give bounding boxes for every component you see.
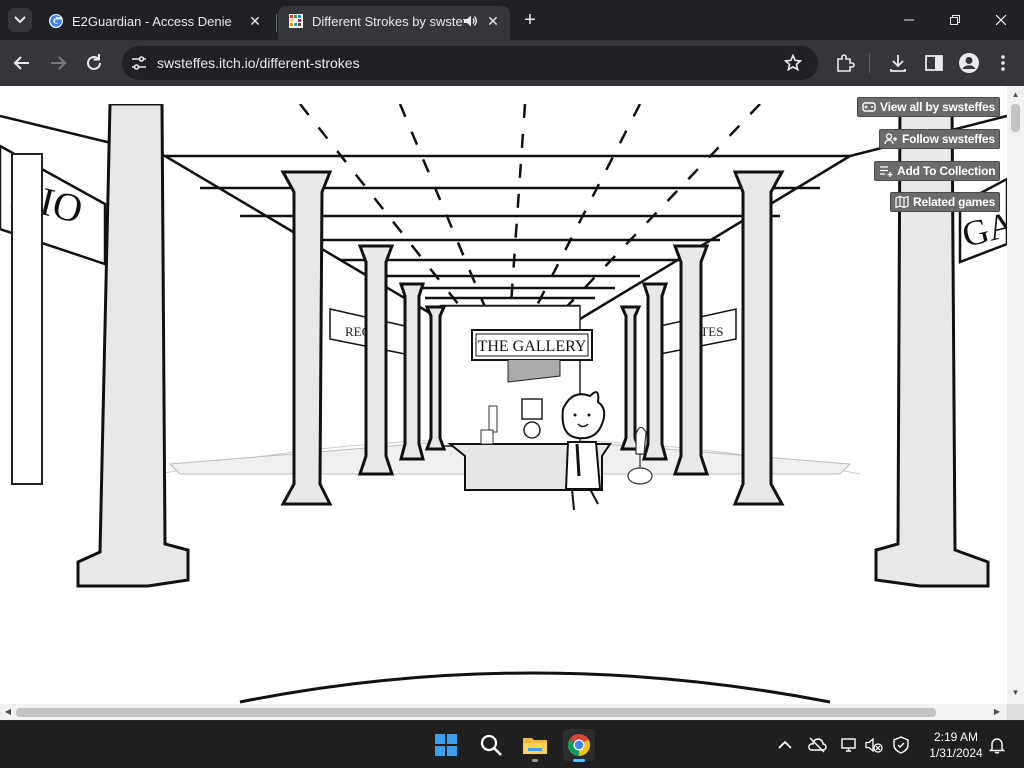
notification-bell-icon[interactable] bbox=[987, 735, 1007, 755]
onedrive-icon[interactable] bbox=[807, 735, 827, 755]
windows-start-icon bbox=[435, 734, 457, 756]
related-games-label: Related games bbox=[913, 195, 996, 209]
start-button[interactable] bbox=[430, 729, 462, 761]
web-page: THE GALLERY RECE ITES DIO GA View all by… bbox=[0, 86, 1024, 720]
vertical-scroll-thumb[interactable] bbox=[1011, 104, 1020, 132]
reload-icon[interactable] bbox=[82, 51, 106, 75]
scroll-up-arrow-icon[interactable]: ▲ bbox=[1011, 90, 1020, 100]
back-arrow-icon[interactable] bbox=[10, 51, 34, 75]
horizontal-scrollbar[interactable]: ◀ ▶ bbox=[0, 704, 1007, 720]
extensions-icon[interactable] bbox=[834, 52, 856, 74]
restore-icon bbox=[950, 15, 960, 25]
volume-muted-icon[interactable] bbox=[864, 735, 884, 755]
google-g-icon bbox=[49, 14, 63, 28]
url-text: swsteffes.itch.io/different-strokes bbox=[157, 55, 360, 71]
download-icon[interactable] bbox=[887, 52, 909, 74]
more-menu-icon[interactable] bbox=[992, 52, 1014, 74]
taskbar-search-button[interactable] bbox=[475, 729, 507, 761]
scroll-left-arrow-icon[interactable]: ◀ bbox=[3, 707, 13, 717]
itch-game-icon bbox=[289, 14, 303, 28]
add-to-collection-button[interactable]: Add To Collection bbox=[874, 161, 1001, 181]
windows-taskbar: 2:19 AM 1/31/2024 bbox=[0, 720, 1024, 768]
tab-title: Different Strokes by swsteffes bbox=[312, 14, 464, 29]
side-panel-icon[interactable] bbox=[923, 52, 945, 74]
chevron-down-icon bbox=[14, 16, 26, 24]
game-canvas[interactable]: THE GALLERY RECE ITES DIO GA bbox=[0, 104, 1007, 704]
file-explorer-icon bbox=[523, 738, 547, 754]
chevron-up-icon[interactable] bbox=[775, 735, 795, 755]
restore-button[interactable] bbox=[932, 6, 978, 34]
add-to-collection-label: Add To Collection bbox=[897, 164, 996, 178]
related-games-button[interactable]: Related games bbox=[890, 192, 1001, 212]
follow-label: Follow swsteffes bbox=[902, 132, 995, 146]
search-icon bbox=[480, 734, 502, 756]
chrome-icon bbox=[568, 734, 590, 756]
minimize-icon bbox=[904, 19, 914, 21]
browser-toolbar: swsteffes.itch.io/different-strokes bbox=[0, 40, 1024, 86]
view-all-by-author-button[interactable]: View all by swsteffes bbox=[857, 97, 1000, 117]
horizontal-scroll-thumb[interactable] bbox=[16, 708, 936, 717]
map-icon bbox=[895, 195, 909, 209]
network-icon[interactable] bbox=[839, 735, 859, 755]
close-icon bbox=[996, 15, 1006, 25]
profile-avatar-icon[interactable] bbox=[958, 52, 980, 74]
add-to-list-icon bbox=[880, 166, 893, 177]
tab-different-strokes[interactable]: Different Strokes by swsteffes ✕ bbox=[278, 6, 510, 40]
tab-title: E2Guardian - Access Denied bbox=[72, 14, 232, 29]
view-all-label: View all by swsteffes bbox=[880, 100, 995, 114]
address-bar[interactable]: swsteffes.itch.io/different-strokes bbox=[122, 46, 818, 80]
scroll-down-arrow-icon[interactable]: ▼ bbox=[1011, 688, 1020, 698]
new-tab-icon[interactable]: + bbox=[520, 10, 540, 30]
site-info-icon[interactable] bbox=[130, 54, 148, 72]
active-indicator bbox=[573, 759, 585, 762]
running-indicator bbox=[532, 759, 538, 762]
tab-close-icon[interactable]: ✕ bbox=[246, 12, 264, 30]
minimize-button[interactable] bbox=[886, 6, 932, 34]
tab-strip: E2Guardian - Access Denied ✕ Different S… bbox=[0, 0, 1024, 40]
tab-search-button[interactable] bbox=[8, 8, 32, 32]
gallery-sign-text: THE GALLERY bbox=[478, 338, 587, 355]
forward-arrow-icon[interactable] bbox=[46, 51, 70, 75]
clock-time: 2:19 AM bbox=[933, 730, 979, 744]
gamepad-icon bbox=[862, 102, 876, 112]
follow-user-icon bbox=[884, 133, 897, 145]
close-window-button[interactable] bbox=[978, 6, 1024, 34]
bookmark-star-icon[interactable] bbox=[784, 54, 802, 72]
scroll-right-arrow-icon[interactable]: ▶ bbox=[992, 707, 1002, 717]
security-shield-icon[interactable] bbox=[891, 735, 911, 755]
follow-author-button[interactable]: Follow swsteffes bbox=[879, 129, 1000, 149]
tab-close-icon[interactable]: ✕ bbox=[484, 12, 502, 30]
clock-date: 1/31/2024 bbox=[929, 746, 983, 760]
file-explorer-button[interactable] bbox=[519, 729, 551, 762]
vertical-scrollbar[interactable]: ▲ ▼ bbox=[1007, 86, 1024, 704]
tab-separator bbox=[276, 14, 277, 32]
speaker-icon[interactable] bbox=[462, 13, 478, 29]
scrollbar-corner bbox=[1007, 704, 1024, 720]
tab-e2guardian[interactable]: E2Guardian - Access Denied ✕ bbox=[38, 6, 274, 40]
chrome-taskbar-button[interactable] bbox=[563, 729, 595, 762]
system-clock[interactable]: 2:19 AM 1/31/2024 bbox=[918, 729, 994, 761]
toolbar-separator bbox=[869, 53, 870, 73]
